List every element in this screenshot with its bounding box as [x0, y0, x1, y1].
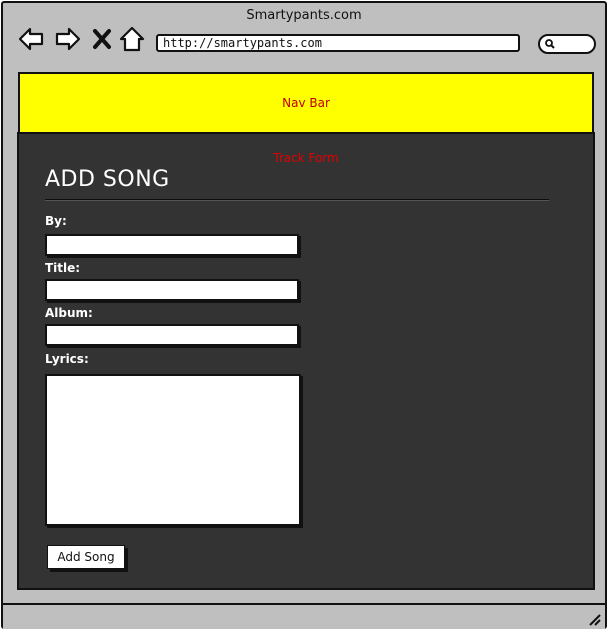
search-input[interactable] [538, 34, 596, 54]
nav-bar-label: Nav Bar [282, 96, 330, 110]
browser-window: Smartypants.com http://smartypants.com N… [1, 1, 607, 629]
page-title: ADD SONG [45, 167, 170, 192]
lyrics-textarea[interactable] [45, 374, 301, 526]
resize-handle-icon[interactable] [587, 612, 601, 626]
by-label: By: [45, 214, 67, 228]
add-song-button[interactable]: Add Song [47, 545, 125, 569]
lyrics-label: Lyrics: [45, 352, 89, 366]
title-input[interactable] [45, 279, 299, 301]
title-label: Title: [45, 261, 81, 275]
title-divider [45, 199, 549, 201]
status-bar [3, 603, 605, 629]
window-title: Smartypants.com [246, 8, 362, 23]
track-form-label: Track Form [273, 151, 339, 165]
forward-arrow-icon[interactable] [54, 25, 82, 53]
search-icon [545, 39, 555, 49]
album-input[interactable] [45, 324, 299, 346]
nav-bar: Nav Bar [18, 72, 594, 134]
album-label: Album: [45, 306, 93, 320]
main-content: Track Form ADD SONG By: Title: Album: Ly… [17, 132, 595, 590]
close-x-icon[interactable] [91, 27, 113, 51]
url-input[interactable]: http://smartypants.com [156, 34, 520, 52]
by-input[interactable] [45, 234, 299, 256]
home-icon[interactable] [118, 25, 146, 53]
back-arrow-icon[interactable] [17, 25, 45, 53]
